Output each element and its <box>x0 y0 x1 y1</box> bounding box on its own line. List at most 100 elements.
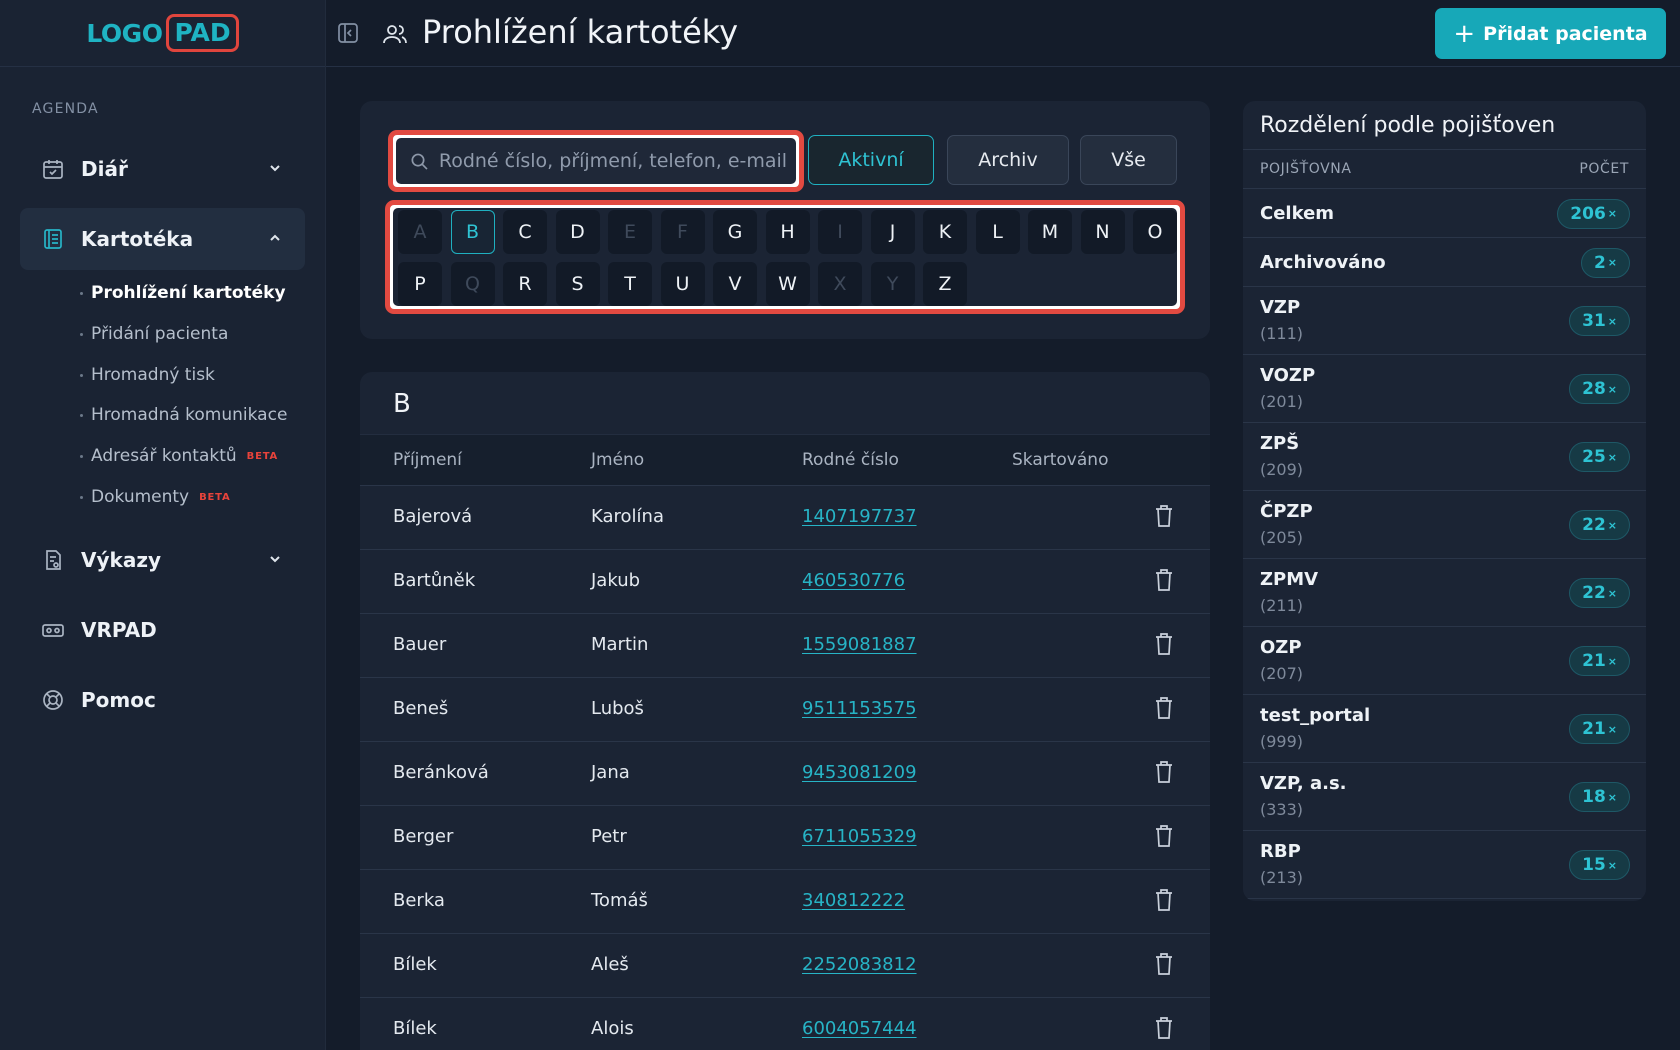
sidebar-item-vrpad[interactable]: VRPAD <box>20 599 305 661</box>
count-value: 28 <box>1582 379 1606 399</box>
letter-filter-button[interactable]: M <box>1028 210 1072 254</box>
letter-filter-button[interactable]: S <box>555 262 600 306</box>
table-row[interactable]: Beneš Luboš 9511153575 <box>360 678 1210 742</box>
delete-trash-icon[interactable] <box>1154 824 1174 848</box>
delete-trash-icon[interactable] <box>1154 504 1174 528</box>
letter-filter-button[interactable]: N <box>1080 210 1125 254</box>
patient-first-name: Alois <box>591 1018 634 1039</box>
count-badge: 18 × <box>1569 782 1630 812</box>
sidebar-item-kartoteka[interactable]: Kartotéka <box>20 208 305 270</box>
sidebar-item-label: VRPAD <box>81 618 157 642</box>
delete-trash-icon[interactable] <box>1154 568 1174 592</box>
letter-filter-button: Q <box>450 262 495 306</box>
patient-birth-number-link[interactable]: 340812222 <box>802 890 905 911</box>
patient-birth-number-link[interactable]: 9511153575 <box>802 698 917 719</box>
letter-filter-button[interactable]: C <box>503 210 547 254</box>
count-badge: 15 × <box>1569 850 1630 880</box>
chevron-down-icon <box>270 165 280 172</box>
patient-birth-number-link[interactable]: 9453081209 <box>802 762 917 783</box>
letter-filter-button[interactable]: W <box>765 262 810 306</box>
insurer-code: (205) <box>1260 528 1304 547</box>
letter-filter-button[interactable]: Z <box>923 262 967 306</box>
logo[interactable]: LOGO PAD <box>0 0 325 67</box>
letter-filter-button[interactable]: D <box>555 210 600 254</box>
search-input[interactable] <box>438 150 796 172</box>
insurance-row: OZP (207) 21 × <box>1243 627 1646 695</box>
sidebar-item-pomoc[interactable]: Pomoc <box>20 669 305 731</box>
add-patient-button[interactable]: + Přidat pacienta <box>1435 8 1666 59</box>
patient-birth-number-link[interactable]: 2252083812 <box>802 954 917 975</box>
delete-trash-icon[interactable] <box>1154 632 1174 656</box>
delete-trash-icon[interactable] <box>1154 888 1174 912</box>
patient-first-name: Petr <box>591 826 627 847</box>
search-highlight <box>388 130 804 192</box>
sidebar-subitem-komunikace[interactable]: Hromadná komunikace <box>80 405 287 425</box>
patient-surname: Berka <box>393 890 445 911</box>
table-row[interactable]: Bauer Martin 1559081887 <box>360 614 1210 678</box>
letter-filter-button[interactable]: T <box>608 262 652 306</box>
insurer-name: VZP <box>1260 297 1301 318</box>
insurer-name: test_portal <box>1260 705 1371 726</box>
sidebar-subitem-label: Hromadný tisk <box>91 365 215 385</box>
sidebar-item-label: Výkazy <box>81 548 161 572</box>
table-row[interactable]: Berka Tomáš 340812222 <box>360 870 1210 934</box>
letter-filter-button[interactable]: B <box>450 210 495 254</box>
insurer-name: VOZP <box>1260 365 1316 386</box>
sidebar-subitem-prohlizeni[interactable]: Prohlížení kartotéky <box>80 283 286 303</box>
count-suffix: × <box>1607 586 1617 600</box>
count-suffix: × <box>1607 256 1617 269</box>
sidebar-item-diar[interactable]: Diář <box>20 138 305 200</box>
beta-badge: BETA <box>199 491 231 503</box>
insurer-code: (207) <box>1260 664 1304 683</box>
table-row[interactable]: Berger Petr 6711055329 <box>360 806 1210 870</box>
count-badge: 206 × <box>1557 198 1630 229</box>
letter-filter-button[interactable]: R <box>503 262 547 306</box>
patient-birth-number-link[interactable]: 6004057444 <box>802 1018 917 1039</box>
letter-filter-button[interactable]: P <box>398 262 442 306</box>
lifebuoy-icon <box>43 690 63 710</box>
insurer-code: (209) <box>1260 460 1304 479</box>
plus-icon: + <box>1453 18 1476 49</box>
delete-trash-icon[interactable] <box>1154 1016 1174 1040</box>
letter-filter-button[interactable]: J <box>870 210 915 254</box>
filter-archive-button[interactable]: Archiv <box>947 135 1069 185</box>
letter-filter-button[interactable]: V <box>713 262 757 306</box>
sidebar-subitem-dokumenty[interactable]: Dokumenty BETA <box>80 487 231 507</box>
sidebar-subitem-adresar[interactable]: Adresář kontaktů BETA <box>80 446 278 466</box>
patient-birth-number-link[interactable]: 1559081887 <box>802 634 917 655</box>
letter-filter-button[interactable]: H <box>765 210 810 254</box>
table-row[interactable]: Bajerová Karolína 1407197737 <box>360 486 1210 550</box>
table-row[interactable]: Bartůněk Jakub 460530776 <box>360 550 1210 614</box>
patient-birth-number-link[interactable]: 1407197737 <box>802 506 917 527</box>
count-value: 21 <box>1582 719 1606 739</box>
logo-text-right: PAD <box>166 14 239 52</box>
sidebar-subitem-pridani[interactable]: Přidání pacienta <box>80 324 228 344</box>
sidebar-item-vykazy[interactable]: Výkazy <box>20 529 305 591</box>
patient-birth-number-link[interactable]: 6711055329 <box>802 826 917 847</box>
letter-filter-button[interactable]: L <box>975 210 1020 254</box>
search-box[interactable] <box>396 138 796 184</box>
letter-filter-button[interactable]: U <box>660 262 705 306</box>
letter-filter-button[interactable]: O <box>1133 210 1177 254</box>
insurance-summary-card: Rozdělení podle pojišťoven POJIŠŤOVNA PO… <box>1243 101 1646 901</box>
filter-all-button[interactable]: Vše <box>1080 135 1177 185</box>
insurance-row: VOZP (201) 28 × <box>1243 355 1646 423</box>
table-row[interactable]: Bílek Alois 6004057444 <box>360 998 1210 1050</box>
insurance-row: ZPMV (211) 22 × <box>1243 559 1646 627</box>
insurer-name: ČPZP <box>1260 501 1313 522</box>
delete-trash-icon[interactable] <box>1154 760 1174 784</box>
delete-trash-icon[interactable] <box>1154 952 1174 976</box>
table-row[interactable]: Beránková Jana 9453081209 <box>360 742 1210 806</box>
sidebar-subitem-label: Adresář kontaktů <box>91 446 237 466</box>
count-suffix: × <box>1607 518 1617 532</box>
sidebar-subitem-tisk[interactable]: Hromadný tisk <box>80 365 215 385</box>
patient-birth-number-link[interactable]: 460530776 <box>802 570 905 591</box>
delete-trash-icon[interactable] <box>1154 696 1174 720</box>
letter-filter-button[interactable]: K <box>923 210 967 254</box>
sidebar-collapse-icon[interactable] <box>336 21 360 45</box>
insurance-row: ZPŠ (209) 25 × <box>1243 423 1646 491</box>
letter-filter-button[interactable]: G <box>713 210 757 254</box>
filter-active-button[interactable]: Aktivní <box>808 135 934 185</box>
letter-filter-button: E <box>608 210 652 254</box>
table-row[interactable]: Bílek Aleš 2252083812 <box>360 934 1210 998</box>
